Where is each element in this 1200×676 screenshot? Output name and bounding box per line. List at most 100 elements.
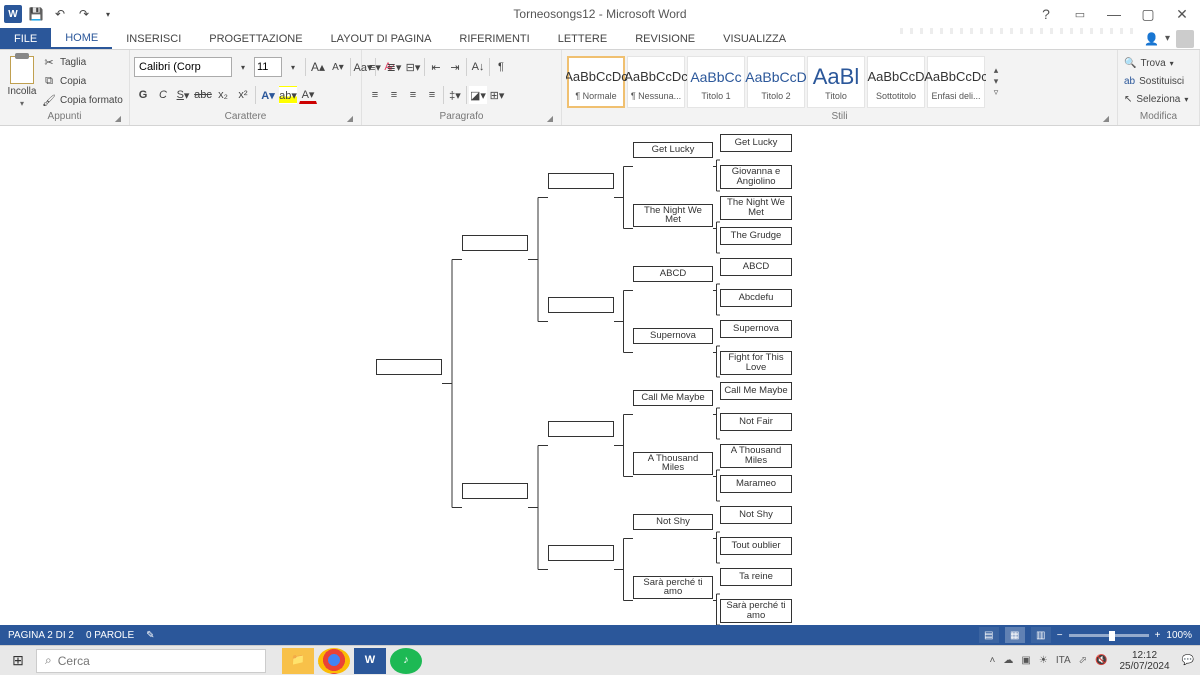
copy-button[interactable]: ⧉Copia [42, 73, 123, 91]
style-enfasi-deli---[interactable]: AaBbCcDcEnfasi deli... [927, 56, 985, 108]
minimize-icon[interactable]: — [1100, 4, 1128, 24]
style-sottotitolo[interactable]: AaBbCcDSottotitolo [867, 56, 925, 108]
bold-icon[interactable]: G [134, 86, 152, 104]
style-name: Enfasi deli... [931, 91, 980, 101]
chrome-app-icon[interactable] [318, 648, 350, 674]
borders-icon[interactable]: ⊞▾ [488, 86, 506, 104]
tray-volume-icon[interactable]: 🔇 [1095, 655, 1107, 666]
taskbar-search[interactable]: ⌕ Cerca [36, 649, 266, 673]
window-title: Torneosongs12 - Microsoft Word [513, 7, 686, 21]
tab-design[interactable]: PROGETTAZIONE [195, 28, 316, 49]
zoom-level[interactable]: 100% [1166, 630, 1192, 641]
grow-font-icon[interactable]: A▴ [309, 58, 327, 76]
proofing-icon[interactable]: ✎ [146, 630, 154, 641]
account-area[interactable]: 👤 ▾ [1138, 28, 1200, 49]
tab-file[interactable]: FILE [0, 28, 51, 49]
numbering-icon[interactable]: ≣▾ [385, 58, 403, 76]
subscript-icon[interactable]: x₂ [214, 86, 232, 104]
find-button[interactable]: 🔍Trova ▾ [1124, 55, 1188, 72]
undo-icon[interactable]: ↶ [50, 4, 70, 24]
replace-button[interactable]: abSostituisci [1124, 73, 1188, 90]
close-icon[interactable]: ✕ [1168, 4, 1196, 24]
shrink-font-icon[interactable]: A▾ [329, 58, 347, 76]
tray-weather-icon[interactable]: ☀ [1039, 655, 1048, 666]
tray-onedrive-icon[interactable]: ☁ [1003, 655, 1013, 666]
font-size-dropdown-icon[interactable]: ▾ [284, 58, 302, 76]
web-layout-icon[interactable]: ▥ [1031, 627, 1051, 643]
zoom-in-icon[interactable]: + [1155, 630, 1161, 641]
tab-view[interactable]: VISUALIZZA [709, 28, 800, 49]
tab-insert[interactable]: INSERISCI [112, 28, 195, 49]
text-effects-icon[interactable]: A▾ [259, 86, 277, 104]
tab-mailings[interactable]: LETTERE [544, 28, 622, 49]
spotify-app-icon[interactable]: ♪ [390, 648, 422, 674]
decrease-indent-icon[interactable]: ⇤ [427, 58, 445, 76]
shading-icon[interactable]: ◪▾ [469, 86, 487, 104]
redo-icon[interactable]: ↷ [74, 4, 94, 24]
align-left-icon[interactable]: ≡ [366, 86, 384, 104]
bracket-r32-7: Fight for This Love [720, 351, 792, 375]
zoom-out-icon[interactable]: − [1057, 630, 1063, 641]
read-mode-icon[interactable]: ▤ [979, 627, 999, 643]
bracket-r32-13: Tout oublier [720, 537, 792, 555]
style---nessuna---[interactable]: AaBbCcDc¶ Nessuna... [627, 56, 685, 108]
group-editing: 🔍Trova ▾ abSostituisci ↖Seleziona ▾ Modi… [1118, 50, 1200, 125]
tab-review[interactable]: REVISIONE [621, 28, 709, 49]
ribbon-display-icon[interactable]: ▭ [1066, 4, 1094, 24]
align-right-icon[interactable]: ≡ [404, 86, 422, 104]
italic-icon[interactable]: C [154, 86, 172, 104]
highlight-icon[interactable]: ab▾ [279, 86, 297, 104]
font-name-input[interactable] [134, 57, 232, 77]
styles-gallery-more[interactable]: ▴▾▿ [988, 65, 1004, 98]
style-titolo-2[interactable]: AaBbCcDTitolo 2 [747, 56, 805, 108]
word-app-taskbar-icon[interactable]: W [354, 648, 386, 674]
help-icon[interactable]: ? [1032, 4, 1060, 24]
format-painter-button[interactable]: 🖌Copia formato [42, 92, 123, 110]
save-icon[interactable]: 💾 [26, 4, 46, 24]
taskbar-clock[interactable]: 12:12 25/07/2024 [1115, 650, 1173, 672]
styles-launcher-icon[interactable]: ◢ [1101, 114, 1111, 124]
font-color-icon[interactable]: A▾ [299, 86, 317, 104]
group-clipboard: Incolla ▾ ✂Taglia ⧉Copia 🖌Copia formato … [0, 50, 130, 125]
qat-more-icon[interactable]: ▾ [98, 4, 118, 24]
multilevel-icon[interactable]: ⊟▾ [404, 58, 422, 76]
select-button[interactable]: ↖Seleziona ▾ [1124, 91, 1188, 108]
tray-meet-icon[interactable]: ▣ [1021, 655, 1030, 666]
clipboard-launcher-icon[interactable]: ◢ [113, 114, 123, 124]
print-layout-icon[interactable]: ▦ [1005, 627, 1025, 643]
font-name-dropdown-icon[interactable]: ▾ [234, 58, 252, 76]
tray-language-icon[interactable]: ITA [1056, 655, 1071, 666]
maximize-icon[interactable]: ▢ [1134, 4, 1162, 24]
increase-indent-icon[interactable]: ⇥ [446, 58, 464, 76]
underline-icon[interactable]: S▾ [174, 86, 192, 104]
style-titolo[interactable]: AaBlTitolo [807, 56, 865, 108]
notifications-icon[interactable]: 💬 [1182, 655, 1194, 666]
show-marks-icon[interactable]: ¶ [492, 58, 510, 76]
style---normale[interactable]: AaBbCcDc¶ Normale [567, 56, 625, 108]
document-area[interactable]: Get LuckyGiovanna e AngiolinoThe Night W… [0, 126, 1200, 653]
align-center-icon[interactable]: ≡ [385, 86, 403, 104]
font-launcher-icon[interactable]: ◢ [345, 114, 355, 124]
word-count[interactable]: 0 PAROLE [86, 630, 134, 641]
font-size-input[interactable] [254, 57, 282, 77]
bullets-icon[interactable]: ≡▾ [366, 58, 384, 76]
explorer-app-icon[interactable]: 📁 [282, 648, 314, 674]
sort-icon[interactable]: A↓ [469, 58, 487, 76]
paragraph-launcher-icon[interactable]: ◢ [545, 114, 555, 124]
cut-button[interactable]: ✂Taglia [42, 54, 123, 72]
tab-home[interactable]: HOME [51, 28, 112, 49]
zoom-slider[interactable] [1069, 634, 1149, 637]
paste-button[interactable]: Incolla ▾ [4, 54, 40, 110]
tray-wifi-icon[interactable]: ⬀ [1079, 655, 1087, 666]
superscript-icon[interactable]: x² [234, 86, 252, 104]
strikethrough-icon[interactable]: abc [194, 86, 212, 104]
page-indicator[interactable]: PAGINA 2 DI 2 [8, 630, 74, 641]
line-spacing-icon[interactable]: ‡▾ [446, 86, 464, 104]
tab-page-layout[interactable]: LAYOUT DI PAGINA [317, 28, 446, 49]
tab-references[interactable]: RIFERIMENTI [445, 28, 543, 49]
tray-chevron-icon[interactable]: ˄ [990, 655, 996, 666]
start-button[interactable]: ⊞ [0, 646, 36, 676]
bracket-r8-2 [548, 421, 614, 437]
style-titolo-1[interactable]: AaBbCcTitolo 1 [687, 56, 745, 108]
justify-icon[interactable]: ≡ [423, 86, 441, 104]
